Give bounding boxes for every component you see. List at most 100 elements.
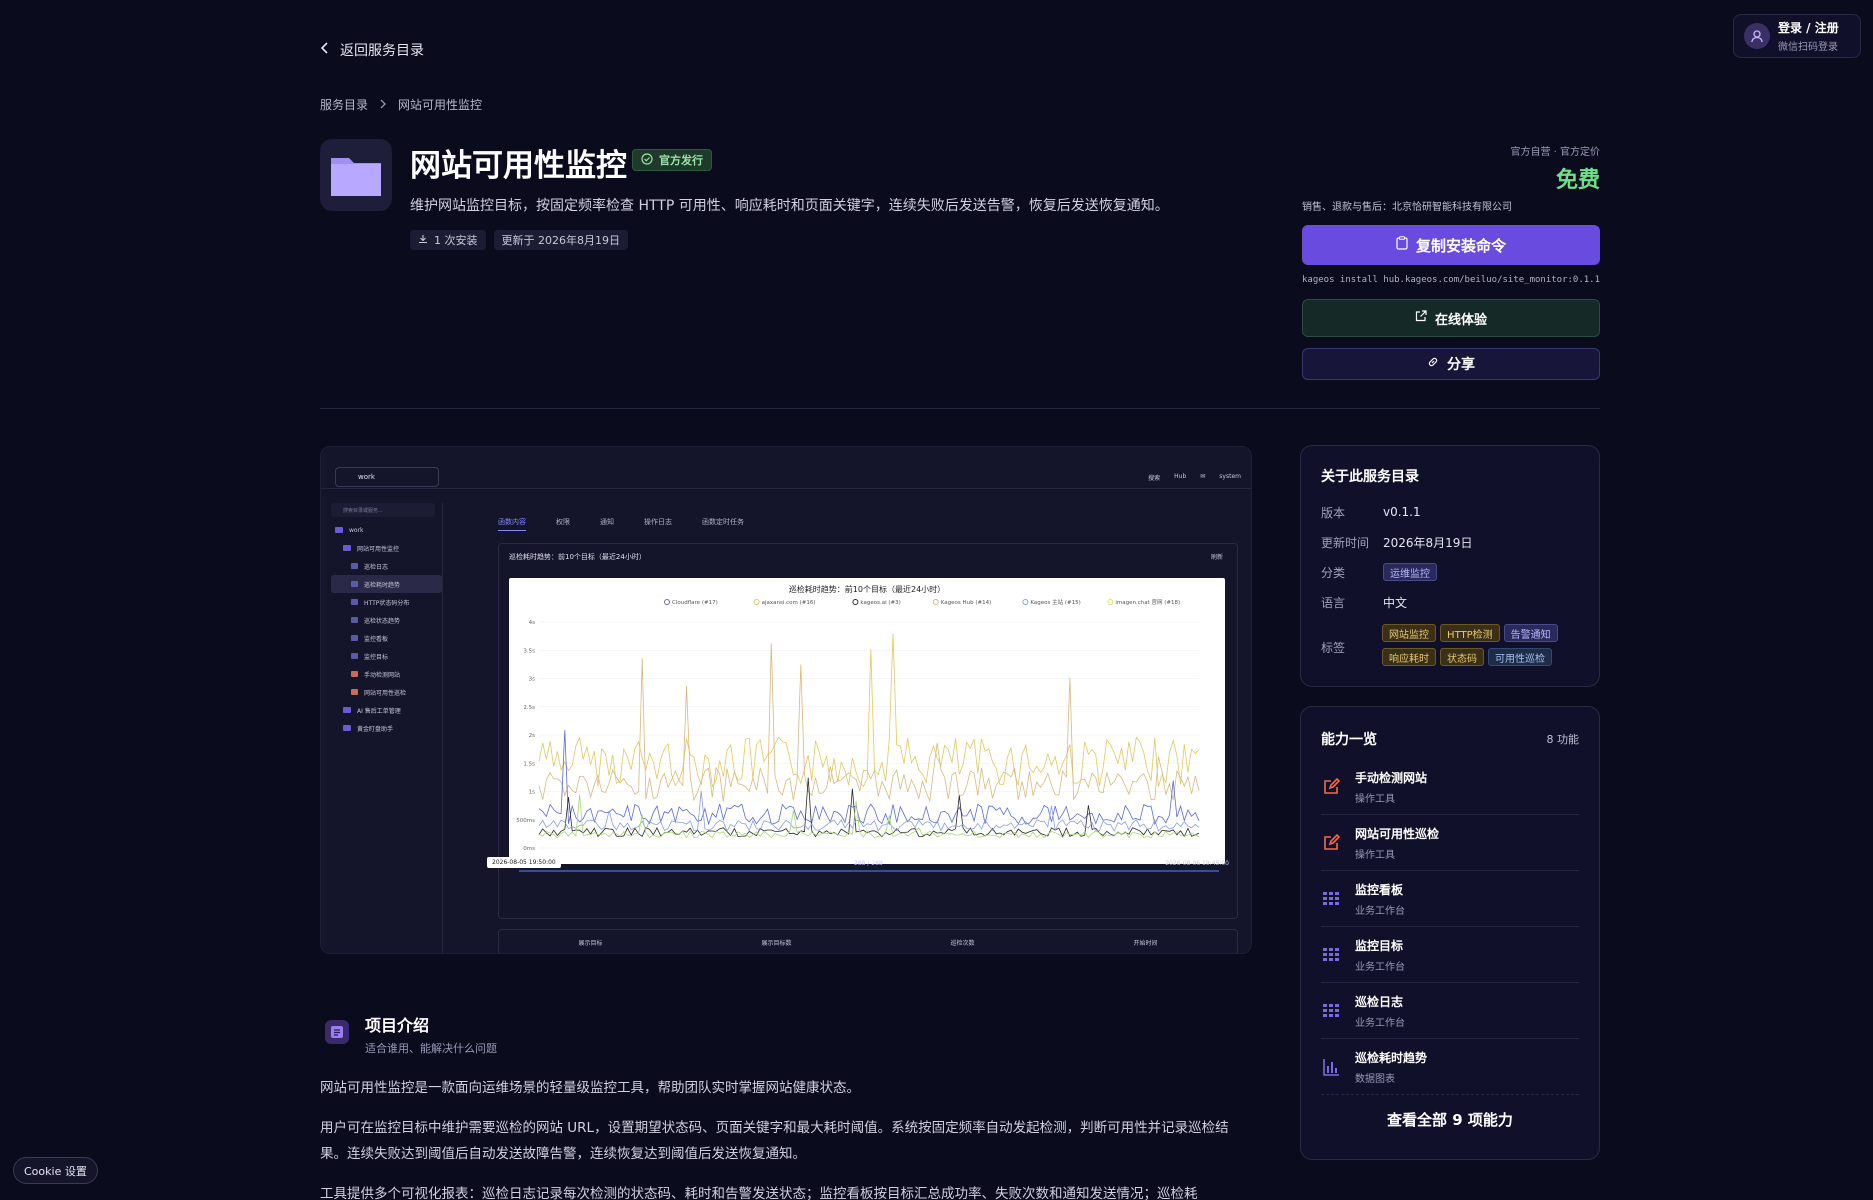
copy-install-label: 复制安装命令 [1415,236,1506,255]
table-icon [351,563,358,569]
tag-item[interactable]: 网站监控 [1382,624,1437,642]
breadcrumb-current: 网站可用性监控 [398,98,483,112]
table-icon [1321,889,1341,909]
install-command[interactable]: kageos install hub.kageos.com/beiluo/sit… [1302,275,1600,285]
capabilities-count: 8 功能 [1546,733,1580,746]
preview-tab: 权限 [556,518,570,526]
legend-swatch [1107,599,1114,605]
external-link-icon [1415,310,1427,326]
preview-table-header: 展示目标 展示目标数 巡检次数 开始时间 [498,929,1238,953]
slider-track [519,870,1219,872]
preview-tree-label: 监控看板 [364,635,389,643]
y-tick-label: 2s [529,733,535,739]
user-icon [1744,23,1770,49]
tag-item[interactable]: 状态码 [1440,648,1485,666]
legend-swatch [1022,599,1029,605]
y-tick-label: 1.5s [523,761,535,767]
language-key: 语言 [1321,595,1346,610]
legend-label: Kageos Hub (#14) [941,600,992,606]
legend-label: Kageos 主站 (#15) [1030,598,1080,606]
view-all-capabilities-button[interactable]: 查看全部 9 项能力 [1321,1109,1579,1130]
breadcrumb: 服务目录 网站可用性监控 [320,96,482,113]
tag-item[interactable]: 告警通知 [1503,624,1558,642]
app-folder-icon [320,139,392,211]
about-updated: 更新时间 2026年8月19日 [1321,532,1579,552]
share-button[interactable]: 分享 [1302,348,1600,380]
intro-paragraph-1: 网站可用性监控是一款面向运维场景的轻量级监控工具，帮助团队实时掌握网站健康状态。 [320,1080,860,1096]
tag-item[interactable]: 响应耗时 [1382,648,1437,666]
folder-icon [343,725,351,731]
link-icon [1427,356,1439,372]
updated-chip: 更新于 2026年8月19日 [493,230,628,250]
capability-item[interactable]: 网站可用性巡检 操作工具 [1321,815,1579,871]
preview-panel-title: 巡检耗时趋势：前10个目标（最近24小时） [509,553,646,561]
capability-item[interactable]: 监控看板 业务工作台 [1321,871,1579,927]
preview-tree-label: HTTP状态码分布 [364,599,410,607]
capability-type: 操作工具 [1355,793,1395,805]
preview-search-input: 搜索目录或服务... [331,503,435,517]
cookie-settings-button[interactable]: Cookie 设置 [13,1157,98,1184]
preview-tree-item: 巡检状态趋势 [331,611,442,629]
chart-series-line [538,729,1200,826]
legend-swatch [852,599,859,605]
capability-type: 操作工具 [1355,849,1395,861]
back-link[interactable]: 返回服务目录 [320,40,424,60]
legend-swatch [664,599,670,605]
official-badge-label: 官方发行 [659,154,703,167]
preview-topbar [321,459,1251,489]
intro-paragraph-2: 用户可在监控目标中维护需要巡检的网站 URL，设置期望状态码、页面关键字和最大耗… [320,1120,1229,1162]
preview-refresh: 刷新 [1210,554,1223,561]
app-meta: 1 次安装 更新于 2026年8月19日 [410,230,628,250]
preview-chart-panel: 巡检耗时趋势：前10个目标（最近24小时） 刷新 巡检耗时趋势：前10个目标（最… [487,543,1238,919]
login-subtitle: 微信扫码登录 [1778,42,1838,53]
folder-icon [335,527,343,533]
chart-icon [351,599,358,605]
table-icon [1321,945,1341,965]
preview-tree: work 网站可用性监控 巡检日志 巡检耗时趋势 HTTP状态码分布 巡检状态趋势 监控看板… [331,521,442,737]
seller-info: 销售、退款与售后：北京恰研智能科技有限公司 [1302,202,1512,213]
preview-tree-item: 黄金盯盘助手 [331,719,442,737]
preview-tree-item: 网站可用性监控 [331,539,442,557]
preview-tree-item: 监控目标 [331,647,442,665]
share-label: 分享 [1447,357,1475,373]
preview-tree-item: AI 售后工单管理 [331,701,442,719]
preview-screenshot[interactable]: work 搜索 Hub ✉ system 搜索目录或服务... work 网站可用… [320,446,1252,954]
capability-item[interactable]: 手动检测网站 操作工具 [1321,759,1579,815]
category-key: 分类 [1321,565,1346,580]
preview-tree-label: 网站可用性巡检 [364,689,407,697]
y-tick-label: 4s [529,620,535,626]
capability-item[interactable]: 监控目标 业务工作台 [1321,927,1579,983]
download-icon [418,234,428,247]
y-tick-label: 500ms [516,818,535,824]
intro-title: 项目介绍 [365,1016,430,1035]
tag-item[interactable]: 可用性巡检 [1488,648,1553,666]
y-tick-label: 0ms [523,846,535,852]
slider-mid-label: 288 / 288 [854,860,883,867]
preview-chart: 巡检耗时趋势：前10个目标（最近24小时） Cloudflare (#17) aja… [509,578,1225,864]
tags-list: 网站监控 HTTP检测 告警通知 响应耗时 状态码 可用性巡检 [1382,624,1579,672]
preview-hub: Hub [1174,473,1187,480]
copy-install-command-button[interactable]: 复制安装命令 [1302,225,1600,265]
capability-item[interactable]: 巡检日志 业务工作台 [1321,983,1579,1039]
chevron-right-icon [380,98,386,112]
chart-series-line [538,633,1200,788]
capability-item[interactable]: 巡检耗时趋势 数据图表 [1321,1039,1579,1095]
chart-series-line [538,790,1200,832]
preview-tree-label: work [349,526,364,534]
preview-tree-label: 监控目标 [364,653,389,661]
category-tag[interactable]: 运维监控 [1383,563,1437,581]
login-button[interactable]: 登录 / 注册 微信扫码登录 [1733,14,1861,58]
installs-count: 1 次安装 [434,234,478,247]
preview-tab: 通知 [600,518,614,526]
preview-tree-label: 巡检耗时趋势 [364,581,401,589]
back-label: 返回服务目录 [340,43,424,59]
tag-item[interactable]: HTTP检测 [1440,624,1500,642]
check-circle-icon [641,152,653,168]
breadcrumb-catalog[interactable]: 服务目录 [320,96,368,113]
login-title: 登录 / 注册 [1778,21,1839,35]
preview-tabs: 函数内容 权限 通知 操作日志 函数定时任务 [498,517,744,531]
folder-icon [343,545,351,551]
y-tick-label: 2.5s [523,705,535,711]
legend-label: kageos.ai (#3) [860,600,900,606]
try-online-button[interactable]: 在线体验 [1302,299,1600,337]
